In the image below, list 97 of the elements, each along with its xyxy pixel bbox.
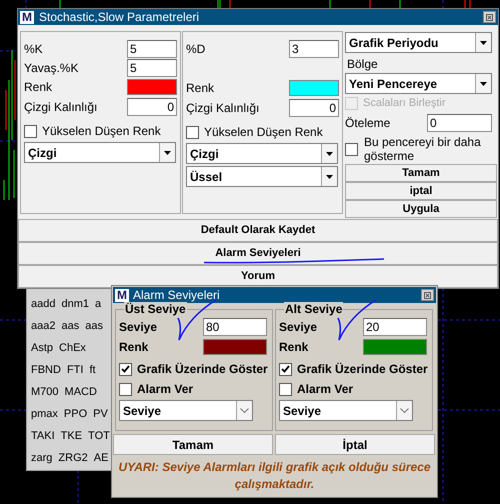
checkbox-label: Yükselen Düşen Renk: [42, 123, 161, 140]
field-label: Çizgi Kalınlığı: [24, 99, 98, 116]
chevron-down-icon: [240, 408, 249, 413]
close-button[interactable]: [483, 11, 496, 23]
group-title: Alt Seviye: [284, 302, 344, 316]
indicator-item[interactable]: M700: [31, 384, 59, 401]
checkbox[interactable]: [345, 142, 358, 156]
dropdown[interactable]: Yeni Pencereye: [345, 73, 492, 94]
indicator-item[interactable]: aaa2: [31, 318, 56, 335]
dropdown[interactable]: Seviye: [119, 400, 253, 421]
dialog-button[interactable]: Uygula: [345, 200, 497, 218]
dialog-button[interactable]: Alarm Seviyeleri: [18, 242, 498, 265]
dropdown[interactable]: Grafik Periyodu: [345, 32, 492, 53]
field-label: Seviye: [119, 319, 158, 336]
indicator-item[interactable]: PPO: [64, 406, 88, 423]
indicator-item[interactable]: aas: [61, 318, 80, 335]
checkbox-label: Scalaları Birleştir: [363, 96, 446, 111]
dropdown[interactable]: Seviye: [279, 400, 413, 421]
group-title: Üst Seviye: [124, 302, 187, 316]
checkbox[interactable]: [279, 382, 292, 396]
indicator-item[interactable]: dnm1: [61, 296, 90, 313]
field-label: Renk: [119, 339, 148, 356]
input-field[interactable]: 5: [127, 59, 177, 77]
indicator-item[interactable]: AE: [94, 450, 108, 467]
warning-text: UYARI: Seviye Alarmları ilgili grafik açık olduğu sürece çalışmaktadır.: [117, 459, 432, 493]
input-field[interactable]: 80: [203, 318, 267, 336]
caret-down-icon: [164, 150, 171, 154]
checkbox-label: Grafik Üzerinde Göster: [137, 361, 268, 378]
field-label: Seviye: [279, 319, 318, 336]
checkbox[interactable]: [24, 124, 37, 138]
window-title: Stochastic,Slow Parametreleri: [39, 9, 200, 26]
close-icon: [486, 14, 493, 20]
dialog-button[interactable]: Tamam: [345, 164, 497, 182]
caret-down-icon: [480, 40, 487, 44]
caret-down-icon: [480, 82, 487, 86]
indicator-item[interactable]: a: [95, 296, 102, 313]
checkbox-label: Grafik Üzerinde Göster: [297, 361, 428, 378]
check-icon: [281, 365, 290, 373]
indicator-item[interactable]: aas: [85, 318, 103, 335]
indicator-item[interactable]: TAKI: [31, 428, 55, 445]
checkbox[interactable]: [119, 382, 132, 396]
chevron-down-icon: [400, 408, 409, 413]
indicator-item[interactable]: MACD: [64, 384, 97, 401]
indicator-item[interactable]: ChEx: [59, 340, 86, 357]
input-field[interactable]: 0: [289, 99, 339, 117]
indicator-item[interactable]: zarg: [31, 450, 52, 467]
close-icon: [424, 292, 431, 298]
indicator-item[interactable]: TKE: [60, 428, 82, 445]
input-field[interactable]: 3: [289, 40, 339, 58]
indicator-item[interactable]: aadd: [31, 296, 56, 313]
field-label: Öteleme: [345, 114, 390, 132]
field-label: Renk: [279, 339, 308, 356]
app-logo: M: [115, 288, 129, 302]
input-field[interactable]: 0: [127, 98, 177, 116]
dialog-button[interactable]: Default Olarak Kaydet: [18, 219, 498, 242]
indicator-item[interactable]: Astp: [31, 340, 54, 357]
indicator-item[interactable]: PV: [93, 406, 108, 423]
app-logo: M: [20, 10, 34, 24]
checkbox[interactable]: [186, 126, 199, 138]
close-button[interactable]: [421, 289, 434, 301]
window-title: Alarm Seviyeleri: [133, 287, 220, 302]
checkbox[interactable]: [119, 362, 132, 376]
field-label: Renk: [24, 79, 52, 96]
field-label: %K: [24, 41, 43, 58]
dialog-button[interactable]: Tamam: [113, 434, 273, 455]
field-label: Çizgi Kalınlığı: [186, 100, 260, 117]
indicator-item[interactable]: ft: [89, 362, 96, 379]
field-label: Renk: [186, 80, 214, 97]
color-swatch[interactable]: [203, 339, 267, 355]
field-label: Bölge: [346, 56, 379, 73]
indicator-item[interactable]: ZRG2: [58, 450, 88, 467]
color-swatch[interactable]: [363, 339, 427, 355]
checkbox-label: Alarm Ver: [137, 381, 194, 398]
color-swatch[interactable]: [289, 80, 339, 96]
indicator-item[interactable]: FBND: [31, 362, 61, 379]
caret-down-icon: [326, 174, 333, 178]
input-field[interactable]: 20: [363, 318, 427, 336]
dropdown[interactable]: Üssel: [186, 166, 338, 187]
dropdown[interactable]: Çizgi: [24, 142, 176, 163]
dropdown[interactable]: Çizgi: [186, 143, 338, 164]
checkbox-label: Yükselen Düşen Renk: [204, 124, 323, 141]
checkbox-label: Bu pencereyi bir daha gösterme: [364, 135, 482, 163]
color-swatch[interactable]: [127, 79, 177, 95]
field-label: %D: [186, 41, 206, 58]
input-field[interactable]: 5: [127, 40, 177, 58]
field-label: Yavaş.%K: [24, 60, 78, 77]
caret-down-icon: [326, 152, 333, 156]
dialog-button[interactable]: Yorum: [18, 265, 498, 288]
indicator-item[interactable]: TOT: [88, 428, 110, 445]
dialog-button[interactable]: iptal: [345, 182, 497, 200]
indicator-item[interactable]: pmax: [31, 406, 58, 423]
check-icon: [121, 365, 130, 373]
input-field[interactable]: 0: [427, 114, 492, 132]
dialog-button[interactable]: İptal: [275, 434, 435, 455]
checkbox[interactable]: [279, 362, 292, 376]
indicator-item[interactable]: FTI: [66, 362, 84, 379]
checkbox-label: Alarm Ver: [297, 381, 354, 398]
